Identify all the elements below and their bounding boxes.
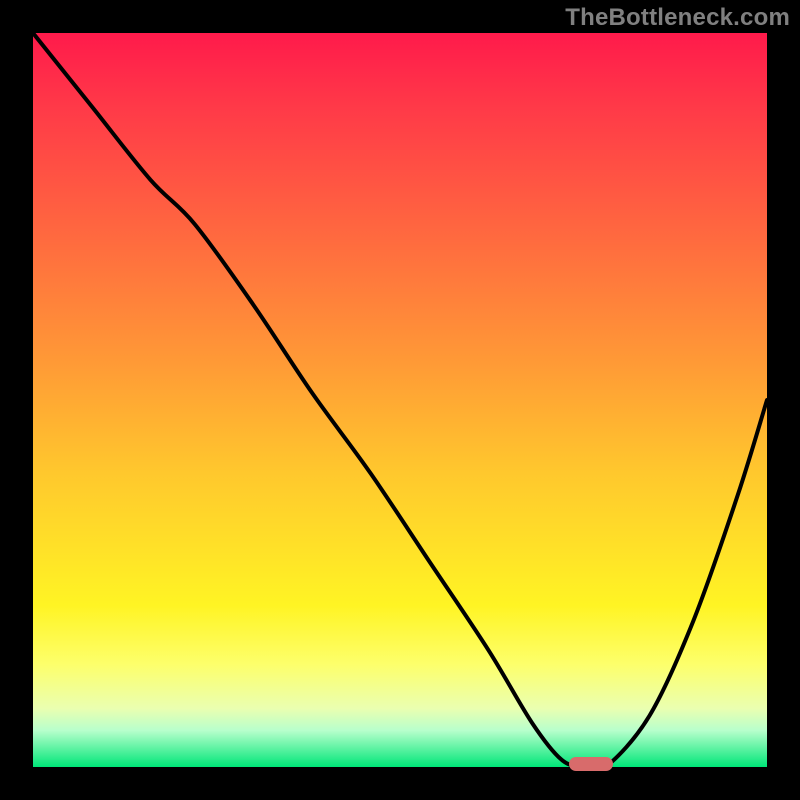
- chart-frame: TheBottleneck.com: [0, 0, 800, 800]
- watermark-label: TheBottleneck.com: [565, 4, 790, 32]
- plot-area: [33, 33, 767, 767]
- optimal-marker: [569, 757, 613, 771]
- bottleneck-line: [33, 33, 767, 767]
